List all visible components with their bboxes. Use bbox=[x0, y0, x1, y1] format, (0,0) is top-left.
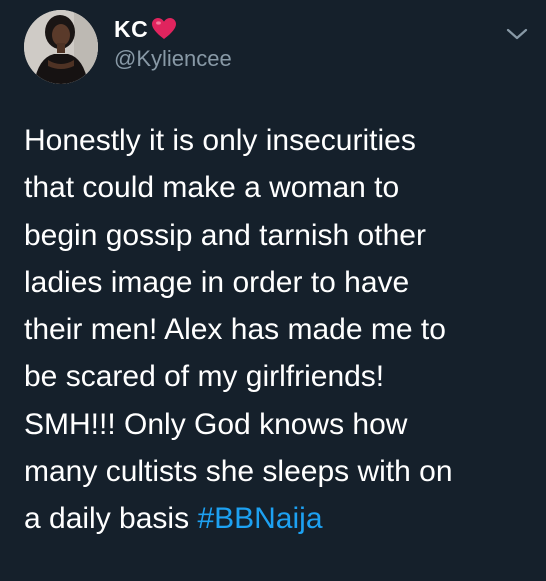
display-name[interactable]: KC bbox=[114, 16, 148, 43]
tweet-body: Honestly it is only insecurities that co… bbox=[24, 124, 453, 536]
avatar[interactable] bbox=[24, 10, 98, 84]
author-name-row[interactable]: KC bbox=[114, 14, 177, 44]
tweet-text: Honestly it is only insecurities that co… bbox=[24, 117, 536, 543]
hashtag-link[interactable]: #BBNaija bbox=[197, 502, 322, 535]
heart-icon bbox=[151, 17, 177, 41]
author-handle[interactable]: @Kyliencee bbox=[114, 46, 232, 72]
tweet-card: KC @Kyliencee Honestly it is only insecu… bbox=[0, 0, 546, 581]
chevron-down-icon[interactable] bbox=[504, 24, 530, 44]
